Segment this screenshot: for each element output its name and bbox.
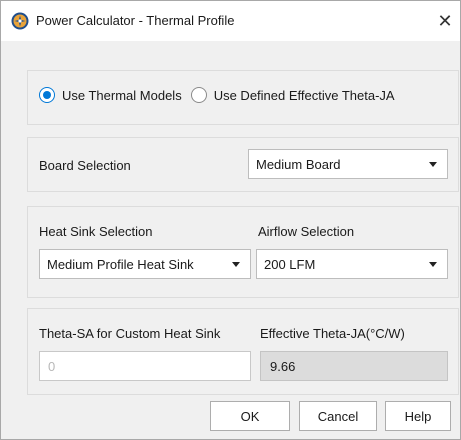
custom-theta-sa-field[interactable]: [39, 351, 251, 381]
custom-theta-sa-label: Theta-SA for Custom Heat Sink: [39, 326, 221, 341]
help-button[interactable]: Help: [385, 401, 451, 431]
close-icon: ✕: [437, 10, 453, 31]
use-thermal-models-label[interactable]: Use Thermal Models: [62, 88, 182, 103]
close-button[interactable]: ✕: [430, 1, 460, 41]
airflow-selection-dropdown[interactable]: 200 LFM: [256, 249, 448, 279]
ok-button-label: OK: [240, 408, 260, 424]
heat-sink-selection-label: Heat Sink Selection: [39, 224, 153, 239]
effective-theta-ja-field: 9.66: [260, 351, 448, 381]
help-button-label: Help: [404, 408, 432, 424]
board-selection-label: Board Selection: [39, 158, 131, 173]
effective-theta-ja-value: 9.66: [270, 358, 296, 374]
use-thermal-models-radio[interactable]: [39, 87, 55, 103]
ok-button[interactable]: OK: [210, 401, 290, 431]
airflow-selection-label: Airflow Selection: [258, 224, 355, 239]
chevron-down-icon: [429, 262, 437, 267]
theta-values-group: Theta-SA for Custom Heat Sink Effective …: [27, 308, 459, 395]
thermal-profile-dialog: Power Calculator - Thermal Profile ✕ Use…: [0, 0, 461, 440]
use-defined-theta-ja-radio[interactable]: [190, 87, 207, 103]
cancel-button-label: Cancel: [317, 408, 359, 424]
title-bar: Power Calculator - Thermal Profile ✕: [1, 1, 460, 41]
heat-sink-selection-value: Medium Profile Heat Sink: [47, 256, 194, 272]
theta-mode-options: Use Thermal Models Use Defined Effective…: [39, 87, 404, 103]
board-selection-value: Medium Board: [256, 156, 341, 172]
heat-sink-selection-dropdown[interactable]: Medium Profile Heat Sink: [39, 249, 251, 279]
theta-mode-group: Use Thermal Models Use Defined Effective…: [27, 70, 459, 125]
effective-theta-ja-label: Effective Theta-JA(°C/W): [260, 326, 405, 341]
custom-theta-sa-input[interactable]: [48, 358, 250, 374]
heat-sink-airflow-group: Heat Sink Selection Airflow Selection Me…: [27, 206, 459, 298]
board-selection-dropdown[interactable]: Medium Board: [248, 149, 448, 179]
airflow-selection-value: 200 LFM: [264, 256, 316, 272]
use-defined-theta-ja-label[interactable]: Use Defined Effective Theta-JA: [214, 88, 395, 103]
window-title: Power Calculator - Thermal Profile: [36, 13, 235, 28]
chevron-down-icon: [429, 162, 437, 167]
board-selection-group: Board Selection Medium Board: [27, 137, 459, 192]
cancel-button[interactable]: Cancel: [299, 401, 377, 431]
chevron-down-icon: [232, 262, 240, 267]
power-calculator-icon: [11, 12, 29, 30]
